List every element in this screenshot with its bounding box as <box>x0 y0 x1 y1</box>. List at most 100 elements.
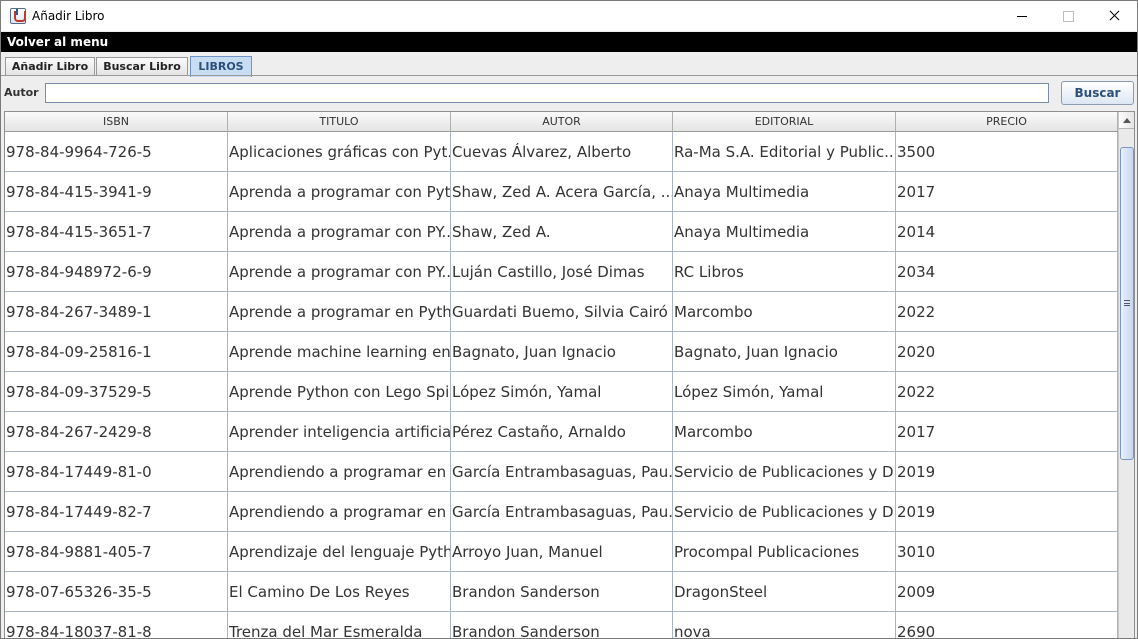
scroll-up-arrow-icon[interactable] <box>1119 112 1134 129</box>
cell-autor[interactable]: Luján Castillo, José Dimas <box>451 252 673 292</box>
cell-precio[interactable]: 2690 <box>896 612 1118 638</box>
cell-precio[interactable]: 3010 <box>896 532 1118 572</box>
table-row[interactable]: 978-84-9964-726-5 Aplicaciones gráficas … <box>5 132 1118 172</box>
cell-editorial[interactable]: Procompal Publicaciones <box>673 532 896 572</box>
cell-autor[interactable]: Pérez Castaño, Arnaldo <box>451 412 673 452</box>
table-row[interactable]: 978-84-415-3651-7 Aprenda a programar co… <box>5 212 1118 252</box>
cell-autor[interactable]: Guardati Buemo, Silvia Cairó ... <box>451 292 673 332</box>
table-row[interactable]: 978-84-267-3489-1 Aprende a programar en… <box>5 292 1118 332</box>
cell-precio[interactable]: 2034 <box>896 252 1118 292</box>
cell-titulo[interactable]: Aprendiendo a programar en ... <box>228 452 451 492</box>
cell-isbn[interactable]: 978-84-09-37529-5 <box>5 372 228 412</box>
vertical-scrollbar[interactable] <box>1118 112 1134 638</box>
cell-isbn[interactable]: 978-84-9964-726-5 <box>5 132 228 172</box>
tab-anadir-libro[interactable]: Añadir Libro <box>5 57 95 76</box>
tab-libros[interactable]: LIBROS <box>190 56 252 77</box>
cell-editorial[interactable]: Servicio de Publicaciones y D... <box>673 492 896 532</box>
cell-precio[interactable]: 2019 <box>896 452 1118 492</box>
cell-precio[interactable]: 2019 <box>896 492 1118 532</box>
table-row[interactable]: 978-07-65326-35-5 El Camino De Los Reyes… <box>5 572 1118 612</box>
cell-autor[interactable]: Brandon Sanderson <box>451 572 673 612</box>
tab-buscar-libro[interactable]: Buscar Libro <box>96 57 188 76</box>
cell-autor[interactable]: Shaw, Zed A. <box>451 212 673 252</box>
cell-titulo[interactable]: Aprenda a programar con PY... <box>228 212 451 252</box>
autor-input[interactable] <box>45 83 1049 103</box>
table-row[interactable]: 978-84-9881-405-7 Aprendizaje del lengua… <box>5 532 1118 572</box>
cell-titulo[interactable]: Aplicaciones gráficas con Pyt... <box>228 132 451 172</box>
cell-precio[interactable]: 2017 <box>896 172 1118 212</box>
cell-isbn[interactable]: 978-84-9881-405-7 <box>5 532 228 572</box>
buscar-button[interactable]: Buscar <box>1061 81 1134 105</box>
cell-isbn[interactable]: 978-84-415-3941-9 <box>5 172 228 212</box>
table-row[interactable]: 978-84-267-2429-8 Aprender inteligencia … <box>5 412 1118 452</box>
cell-editorial[interactable]: RC Libros <box>673 252 896 292</box>
cell-isbn[interactable]: 978-84-948972-6-9 <box>5 252 228 292</box>
cell-autor[interactable]: Brandon Sanderson <box>451 612 673 638</box>
cell-isbn[interactable]: 978-84-17449-82-7 <box>5 492 228 532</box>
cell-precio[interactable]: 2009 <box>896 572 1118 612</box>
table-row[interactable]: 978-84-09-25816-1 Aprende machine learni… <box>5 332 1118 372</box>
cell-editorial[interactable]: Servicio de Publicaciones y D... <box>673 452 896 492</box>
cell-autor[interactable]: García Entrambasaguas, Pau... <box>451 452 673 492</box>
window-title: Añadir Libro <box>32 9 105 23</box>
cell-titulo[interactable]: Aprender inteligencia artificial... <box>228 412 451 452</box>
cell-titulo[interactable]: Aprenda a programar con Pyt... <box>228 172 451 212</box>
maximize-icon[interactable] <box>1045 1 1091 31</box>
cell-editorial[interactable]: Anaya Multimedia <box>673 172 896 212</box>
cell-autor[interactable]: Cuevas Álvarez, Alberto <box>451 132 673 172</box>
cell-isbn[interactable]: 978-84-09-25816-1 <box>5 332 228 372</box>
column-header-autor[interactable]: AUTOR <box>451 112 673 132</box>
table-row[interactable]: 978-84-18037-81-8 Trenza del Mar Esmeral… <box>5 612 1118 638</box>
cell-titulo[interactable]: Aprende machine learning en ... <box>228 332 451 372</box>
cell-autor[interactable]: Bagnato, Juan Ignacio <box>451 332 673 372</box>
scrollbar-thumb[interactable] <box>1120 147 1134 460</box>
column-header-editorial[interactable]: EDITORIAL <box>673 112 896 132</box>
column-header-isbn[interactable]: ISBN <box>5 112 228 132</box>
table-row[interactable]: 978-84-17449-82-7 Aprendiendo a programa… <box>5 492 1118 532</box>
cell-precio[interactable]: 2022 <box>896 372 1118 412</box>
cell-editorial[interactable]: nova <box>673 612 896 638</box>
cell-isbn[interactable]: 978-07-65326-35-5 <box>5 572 228 612</box>
autor-label: Autor <box>4 86 39 99</box>
cell-precio[interactable]: 2014 <box>896 212 1118 252</box>
cell-titulo[interactable]: Aprendizaje del lenguaje Pyth... <box>228 532 451 572</box>
cell-editorial[interactable]: López Simón, Yamal <box>673 372 896 412</box>
table-row[interactable]: 978-84-948972-6-9 Aprende a programar co… <box>5 252 1118 292</box>
cell-editorial[interactable]: Marcombo <box>673 412 896 452</box>
menu-back-to-menu[interactable]: Volver al menu <box>7 35 108 49</box>
cell-autor[interactable]: Shaw, Zed A. Acera García, ... <box>451 172 673 212</box>
cell-precio[interactable]: 2022 <box>896 292 1118 332</box>
cell-editorial[interactable]: Anaya Multimedia <box>673 212 896 252</box>
table-row[interactable]: 978-84-17449-81-0 Aprendiendo a programa… <box>5 452 1118 492</box>
cell-isbn[interactable]: 978-84-17449-81-0 <box>5 452 228 492</box>
cell-isbn[interactable]: 978-84-415-3651-7 <box>5 212 228 252</box>
column-header-titulo[interactable]: TITULO <box>228 112 451 132</box>
table-row[interactable]: 978-84-415-3941-9 Aprenda a programar co… <box>5 172 1118 212</box>
cell-isbn[interactable]: 978-84-18037-81-8 <box>5 612 228 638</box>
cell-autor[interactable]: García Entrambasaguas, Pau... <box>451 492 673 532</box>
cell-precio[interactable]: 2017 <box>896 412 1118 452</box>
cell-isbn[interactable]: 978-84-267-3489-1 <box>5 292 228 332</box>
cell-precio[interactable]: 2020 <box>896 332 1118 372</box>
close-icon[interactable] <box>1091 1 1137 31</box>
cell-editorial[interactable]: DragonSteel <box>673 572 896 612</box>
cell-titulo[interactable]: El Camino De Los Reyes <box>228 572 451 612</box>
cell-autor[interactable]: Arroyo Juan, Manuel <box>451 532 673 572</box>
cell-editorial[interactable]: Ra-Ma S.A. Editorial y Public... <box>673 132 896 172</box>
cell-editorial[interactable]: Bagnato, Juan Ignacio <box>673 332 896 372</box>
table-row[interactable]: 978-84-09-37529-5 Aprende Python con Leg… <box>5 372 1118 412</box>
cell-precio[interactable]: 3500 <box>896 132 1118 172</box>
cell-titulo[interactable]: Aprendiendo a programar en ... <box>228 492 451 532</box>
books-table: ISBN TITULO AUTOR EDITORIAL PRECIO 978-8… <box>4 111 1135 638</box>
cell-editorial[interactable]: Marcombo <box>673 292 896 332</box>
minimize-icon[interactable] <box>999 1 1045 31</box>
cell-titulo[interactable]: Aprende Python con Lego Spi... <box>228 372 451 412</box>
app-window: Añadir Libro Volver al menu Añadir Libro… <box>0 0 1138 639</box>
cell-titulo[interactable]: Aprende a programar con PY... <box>228 252 451 292</box>
cell-titulo[interactable]: Trenza del Mar Esmeralda <box>228 612 451 638</box>
column-header-precio[interactable]: PRECIO <box>896 112 1118 132</box>
cell-titulo[interactable]: Aprende a programar en Pyth... <box>228 292 451 332</box>
grip-icon <box>1124 300 1130 306</box>
cell-isbn[interactable]: 978-84-267-2429-8 <box>5 412 228 452</box>
cell-autor[interactable]: López Simón, Yamal <box>451 372 673 412</box>
